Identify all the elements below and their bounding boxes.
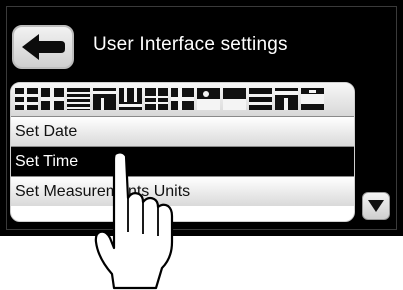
page-title: User Interface settings <box>93 34 288 55</box>
language-flag-6[interactable] <box>145 88 168 110</box>
back-button[interactable] <box>12 25 74 69</box>
triangle-down-icon <box>368 200 384 212</box>
language-flag-10[interactable] <box>249 88 272 110</box>
language-flag-12[interactable] <box>301 88 324 110</box>
device-frame: User Interface settings Set Date Set Tim… <box>0 0 403 236</box>
scroll-down-button[interactable] <box>362 192 390 220</box>
language-flag-3[interactable] <box>67 88 90 110</box>
language-flag-2[interactable] <box>41 88 64 110</box>
menu-item-set-date[interactable]: Set Date <box>11 116 354 146</box>
language-flag-7[interactable] <box>171 88 194 110</box>
language-flag-9[interactable] <box>223 88 246 110</box>
language-flag-11[interactable] <box>275 88 298 110</box>
language-flag-4[interactable] <box>93 88 116 110</box>
pointing-hand-icon <box>94 151 174 290</box>
language-flag-8[interactable] <box>197 88 220 110</box>
back-arrow-icon <box>22 34 65 60</box>
language-flag-5[interactable] <box>119 88 142 110</box>
language-flag-1[interactable] <box>15 88 38 110</box>
language-flag-bar <box>11 83 354 116</box>
